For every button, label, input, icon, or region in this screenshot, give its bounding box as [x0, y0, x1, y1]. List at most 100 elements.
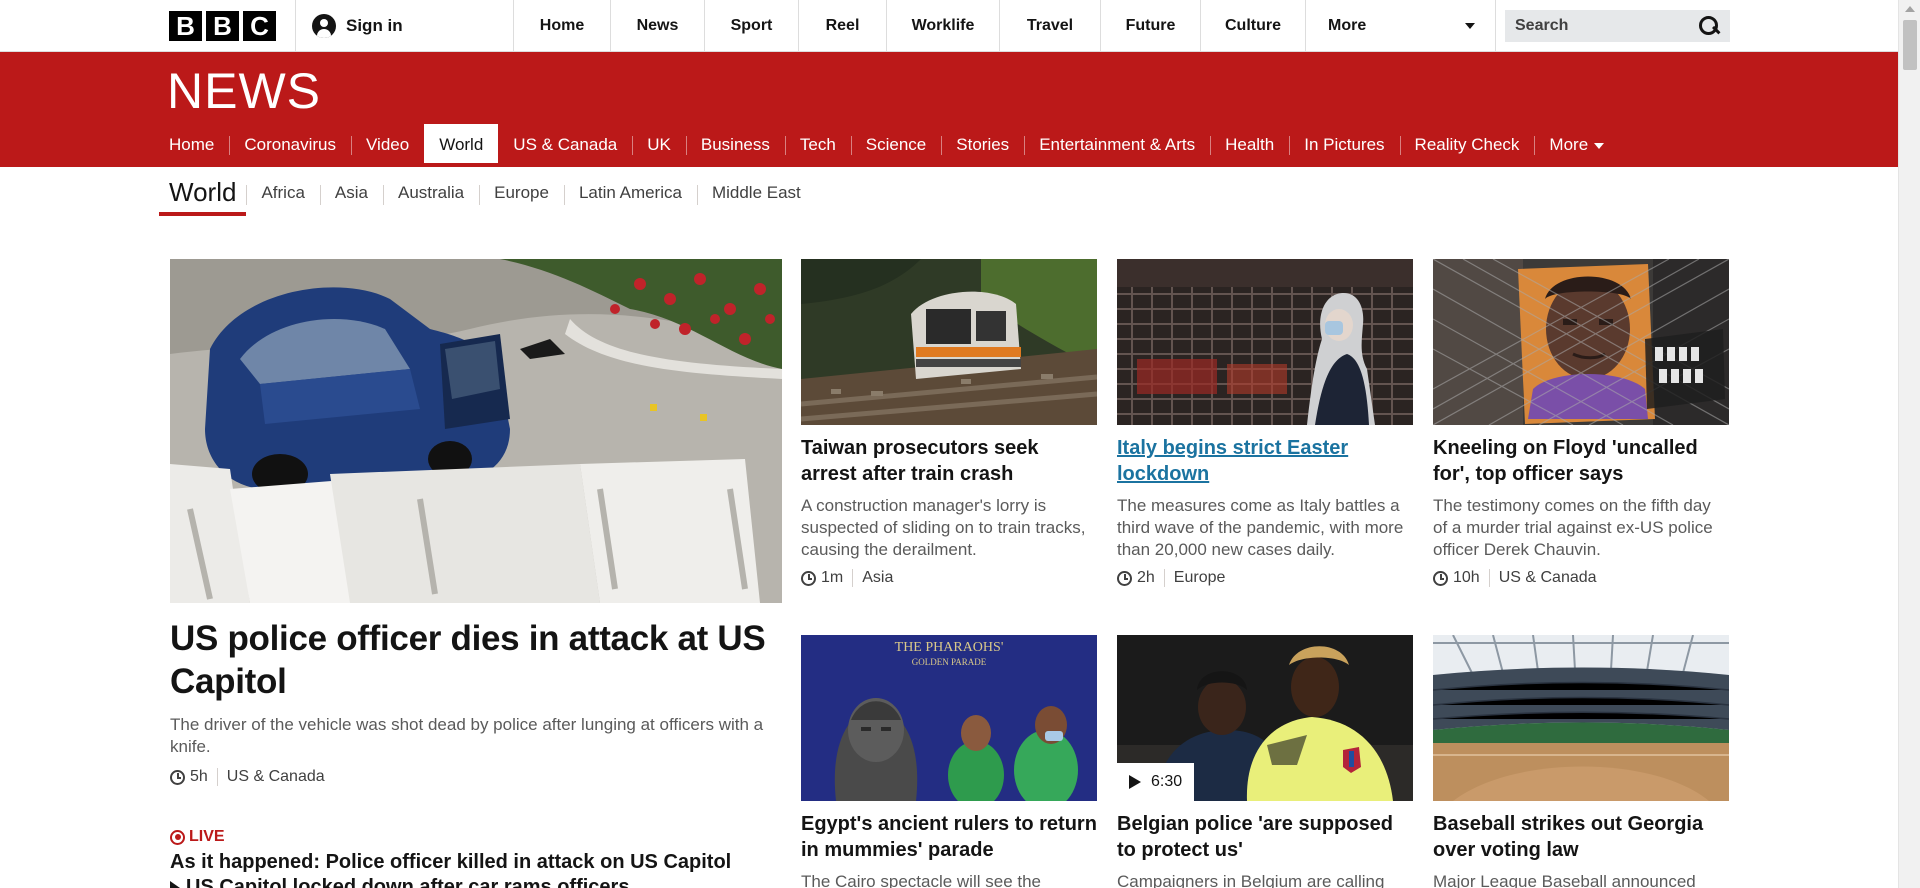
section-tag[interactable]: Asia: [862, 569, 893, 587]
story-card: Taiwan prosecutors seek arrest after tra…: [801, 259, 1097, 587]
global-nav: Home News Sport Reel Worklife Travel Fut…: [513, 0, 1496, 52]
scroll-up-arrow-icon[interactable]: [1905, 6, 1915, 12]
search-placeholder: Search: [1515, 17, 1569, 34]
news-nav-tech[interactable]: Tech: [784, 124, 851, 167]
global-nav-future[interactable]: Future: [1100, 0, 1200, 52]
story-summary: Major League Baseball announced: [1433, 872, 1696, 888]
story-image[interactable]: THE PHARAOHS' GOLDEN PARADE: [801, 635, 1097, 801]
bbc-global-header: B B C Sign in Home News Sport Reel Workl…: [0, 0, 1898, 52]
story-headline[interactable]: Taiwan prosecutors seek arrest after tra…: [801, 435, 1097, 487]
news-nav-business[interactable]: Business: [685, 124, 785, 167]
news-nav-stories[interactable]: Stories: [941, 124, 1024, 167]
live-headline[interactable]: As it happened: Police officer killed in…: [170, 850, 782, 874]
user-icon: [312, 14, 336, 38]
news-logo[interactable]: NEWS: [167, 62, 321, 120]
global-nav-worklife[interactable]: Worklife: [886, 0, 999, 52]
video-thumbnail[interactable]: 6:30: [1117, 635, 1413, 801]
hero-image[interactable]: [170, 259, 782, 603]
search-icon[interactable]: [1698, 15, 1720, 37]
live-story: LIVE As it happened: Police officer kill…: [170, 828, 782, 888]
section-nav-africa[interactable]: Africa: [246, 174, 319, 210]
news-header: NEWS Home Coronavirus Video World US & C…: [0, 52, 1898, 167]
car-crash-image: [170, 259, 782, 603]
section-nav-europe[interactable]: Europe: [479, 174, 564, 210]
bbc-logo-letter: B: [169, 11, 202, 41]
sign-in-link[interactable]: Sign in: [312, 14, 403, 38]
scroll-thumb[interactable]: [1903, 20, 1917, 70]
divider: [216, 768, 218, 786]
story-image[interactable]: [1433, 259, 1729, 425]
clock-icon: [1433, 570, 1448, 586]
live-label: LIVE: [189, 828, 225, 845]
top-story-headline[interactable]: US police officer dies in attack at US C…: [170, 617, 782, 703]
bbc-logo[interactable]: B B C: [169, 11, 276, 41]
clock-icon: [1117, 570, 1132, 586]
story-image[interactable]: [801, 259, 1097, 425]
live-sub-link[interactable]: US Capitol locked down after car rams of…: [170, 876, 782, 888]
video-badge[interactable]: 6:30: [1117, 763, 1195, 801]
news-nav-more-label: More: [1549, 135, 1589, 154]
play-icon: [1129, 775, 1141, 789]
story-summary: The testimony comes on the fifth day of …: [1433, 496, 1713, 559]
divider: [295, 0, 296, 52]
bbc-logo-letter: C: [243, 11, 276, 41]
news-nav-home[interactable]: Home: [154, 124, 229, 167]
section-nav-asia[interactable]: Asia: [319, 174, 383, 210]
news-nav-coronavirus[interactable]: Coronavirus: [229, 124, 351, 167]
story-image[interactable]: [1117, 259, 1413, 425]
stadium-image: [1433, 635, 1729, 801]
story-card: THE PHARAOHS' GOLDEN PARADE Egypt's anci…: [801, 635, 1097, 888]
story-headline[interactable]: Italy begins strict Easter lockdown: [1117, 435, 1413, 487]
top-story-summary: The driver of the vehicle was shot dead …: [170, 715, 764, 756]
pharaohs-parade-image: THE PHARAOHS' GOLDEN PARADE: [801, 635, 1097, 801]
section-tag[interactable]: US & Canada: [1499, 569, 1597, 587]
live-sub-headline: US Capitol locked down after car rams of…: [186, 876, 630, 888]
global-nav-news[interactable]: News: [610, 0, 704, 52]
story-image[interactable]: [1433, 635, 1729, 801]
page-scrollbar[interactable]: [1898, 0, 1920, 888]
timestamp: 10h: [1453, 569, 1480, 586]
news-nav: Home Coronavirus Video World US & Canada…: [154, 124, 1619, 167]
section-nav-middle-east[interactable]: Middle East: [696, 174, 816, 210]
news-nav-science[interactable]: Science: [850, 124, 941, 167]
story-headline[interactable]: Egypt's ancient rulers to return in mumm…: [801, 811, 1097, 863]
sign-in-label: Sign in: [346, 16, 403, 35]
news-nav-entertainment-arts[interactable]: Entertainment & Arts: [1024, 124, 1210, 167]
global-nav-reel[interactable]: Reel: [798, 0, 886, 52]
train-crash-image: [801, 259, 1097, 425]
story-headline[interactable]: Kneeling on Floyd 'uncalled for', top of…: [1433, 435, 1729, 487]
section-tag[interactable]: US & Canada: [227, 768, 325, 786]
news-nav-uk[interactable]: UK: [632, 124, 686, 167]
divider: [852, 569, 854, 587]
top-story-meta: 5h US & Canada: [170, 768, 782, 786]
news-nav-in-pictures[interactable]: In Pictures: [1289, 124, 1399, 167]
section-title[interactable]: World: [159, 174, 247, 216]
clock-icon: [801, 570, 816, 586]
section-nav-australia[interactable]: Australia: [382, 174, 479, 210]
section-nav-latin-america[interactable]: Latin America: [563, 174, 697, 210]
shuttered-restaurant-image: [1117, 259, 1413, 425]
news-nav-more[interactable]: More: [1534, 124, 1619, 167]
story-summary: The Cairo spectacle will see the: [801, 872, 1042, 888]
story-headline[interactable]: Baseball strikes out Georgia over voting…: [1433, 811, 1729, 863]
global-nav-home[interactable]: Home: [513, 0, 610, 52]
story-headline[interactable]: Belgian police 'are supposed to protect …: [1117, 811, 1413, 863]
story-card: 6:30 Belgian police 'are supposed to pro…: [1117, 635, 1413, 888]
top-story: US police officer dies in attack at US C…: [170, 259, 782, 786]
search-input[interactable]: Search: [1505, 10, 1730, 42]
global-nav-culture[interactable]: Culture: [1200, 0, 1305, 52]
story-meta: 2h Europe: [1117, 569, 1413, 587]
video-duration: 6:30: [1151, 773, 1183, 790]
timestamp: 5h: [190, 768, 208, 785]
global-nav-more[interactable]: More: [1305, 0, 1496, 52]
news-nav-video[interactable]: Video: [351, 124, 424, 167]
news-nav-us-canada[interactable]: US & Canada: [498, 124, 632, 167]
news-nav-world[interactable]: World: [424, 124, 499, 167]
chevron-down-icon: [1465, 23, 1475, 29]
section-tag[interactable]: Europe: [1174, 569, 1226, 587]
global-nav-travel[interactable]: Travel: [999, 0, 1100, 52]
news-nav-health[interactable]: Health: [1210, 124, 1289, 167]
news-nav-reality-check[interactable]: Reality Check: [1399, 124, 1535, 167]
section-nav: World Africa Asia Australia Europe Latin…: [159, 174, 816, 216]
global-nav-sport[interactable]: Sport: [704, 0, 798, 52]
